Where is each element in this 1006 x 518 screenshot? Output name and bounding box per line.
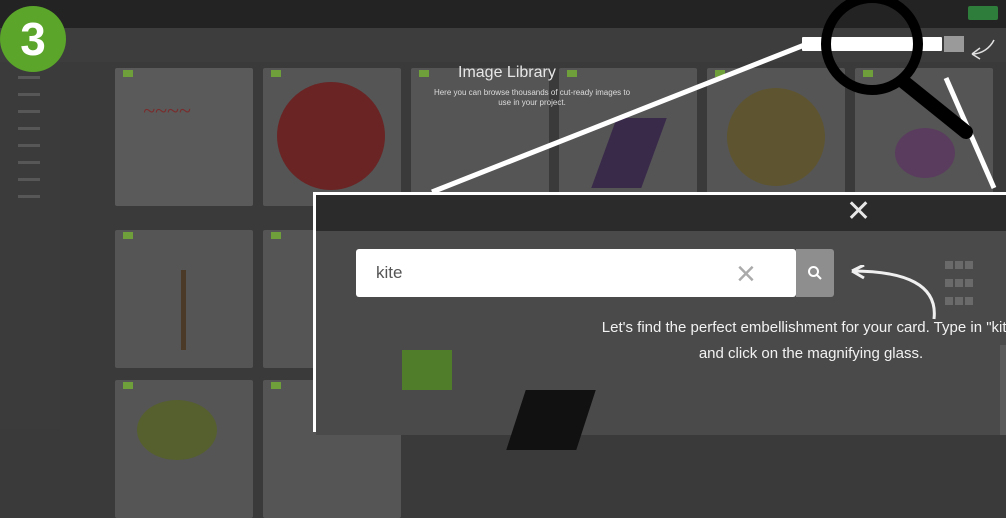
- tag-icon: [123, 70, 133, 77]
- image-tile[interactable]: [115, 230, 253, 368]
- tag-icon: [567, 70, 577, 77]
- category-sidebar: [0, 62, 60, 429]
- image-tile[interactable]: [115, 380, 253, 518]
- search-input-small[interactable]: [802, 37, 942, 51]
- library-description: Here you can browse thousands of cut-rea…: [433, 88, 631, 107]
- green-action-button[interactable]: [968, 6, 998, 20]
- search-input-value: kite: [376, 263, 403, 282]
- hint-text: Let's find the perfect embellishment for…: [601, 319, 1006, 362]
- search-button[interactable]: [796, 249, 834, 297]
- scrollbar[interactable]: [1000, 345, 1006, 435]
- grid-icon[interactable]: [944, 257, 976, 305]
- step-number-badge: 3: [0, 6, 66, 72]
- search-button-small[interactable]: [944, 36, 964, 52]
- tag-icon: [123, 232, 133, 239]
- app-top-bar: [0, 0, 1006, 28]
- close-icon[interactable]: ✕: [846, 197, 871, 227]
- tag-icon: [271, 382, 281, 389]
- search-icon: [808, 266, 822, 280]
- tag-icon: [271, 232, 281, 239]
- image-tile[interactable]: [855, 68, 993, 206]
- search-input[interactable]: kite ×: [356, 249, 796, 297]
- tag-icon: [419, 70, 429, 77]
- image-tile[interactable]: [263, 68, 401, 206]
- zoom-top-bar: ✕: [316, 195, 1006, 231]
- tag-icon: [402, 350, 452, 390]
- library-title: Image Library: [458, 64, 556, 81]
- tag-icon: [863, 70, 873, 77]
- tag-icon: [715, 70, 725, 77]
- image-tile[interactable]: [707, 68, 845, 206]
- zoom-detail-panel: ✕ kite × Let's find the perfect embellis…: [316, 195, 1006, 450]
- image-tile-shape: [506, 390, 596, 450]
- image-tile[interactable]: ~~~~: [115, 68, 253, 206]
- close-icon[interactable]: ×: [736, 257, 756, 291]
- tag-icon: [123, 382, 133, 389]
- tag-icon: [271, 70, 281, 77]
